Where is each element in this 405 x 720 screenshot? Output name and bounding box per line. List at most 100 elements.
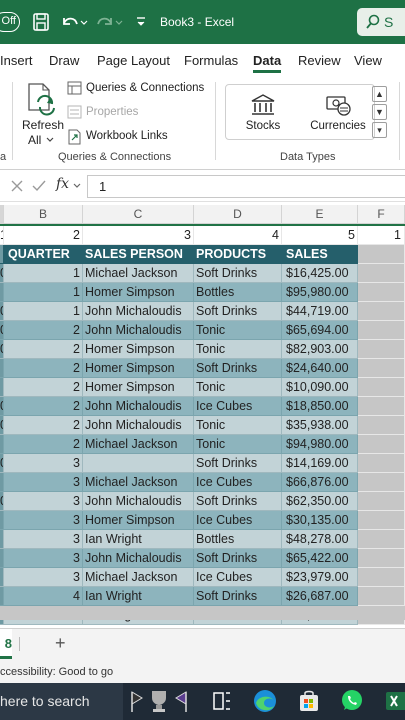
redo-icon[interactable]	[95, 12, 125, 32]
cell-quarter[interactable]: 3	[4, 549, 83, 568]
cell[interactable]	[358, 587, 405, 606]
queries-connections-button[interactable]: Queries & Connections	[67, 81, 207, 97]
cell-person[interactable]: John Michaloudis	[83, 549, 194, 568]
cell-product[interactable]: Ice Cubes	[194, 511, 282, 530]
enter-check-icon[interactable]	[31, 179, 47, 193]
cell-person[interactable]: Ian Wright	[83, 530, 194, 549]
cell-person[interactable]: John Michaloudis	[83, 397, 194, 416]
cell-person[interactable]: Homer Simpson	[83, 283, 194, 302]
cell-quarter[interactable]: 3	[4, 473, 83, 492]
cell-sales[interactable]: $24,640.00	[282, 359, 358, 378]
cell-product[interactable]: Tonic	[194, 416, 282, 435]
gallery-up-button[interactable]: ▲	[372, 86, 387, 102]
stocks-button[interactable]: Stocks	[236, 93, 290, 132]
cell[interactable]	[358, 359, 405, 378]
cell-person[interactable]	[83, 454, 194, 473]
cell[interactable]	[358, 473, 405, 492]
edge-browser-icon[interactable]	[252, 688, 278, 714]
cell-quarter[interactable]: 1	[4, 283, 83, 302]
cell[interactable]	[358, 245, 405, 264]
cell-person[interactable]: Michael Jackson	[83, 264, 194, 283]
whatsapp-icon[interactable]	[339, 688, 365, 714]
tab-review[interactable]: Review	[298, 53, 341, 68]
cell-person[interactable]: John Michaloudis	[83, 321, 194, 340]
header-cell-quarter[interactable]: QUARTER	[4, 245, 83, 264]
cell-sales[interactable]: $62,350.00	[282, 492, 358, 511]
cell-sales[interactable]: $65,694.00	[282, 321, 358, 340]
tab-formulas[interactable]: Formulas	[184, 53, 238, 68]
cell-person[interactable]: John Michaloudis	[83, 416, 194, 435]
cell-product[interactable]: Soft Drinks	[194, 264, 282, 283]
cell-quarter[interactable]: 2	[4, 378, 83, 397]
cell-product[interactable]: Ice Cubes	[194, 568, 282, 587]
cell-quarter[interactable]: 1	[4, 302, 83, 321]
cell-product[interactable]: Ice Cubes	[194, 473, 282, 492]
cell[interactable]: 4	[194, 226, 282, 245]
cell-product[interactable]: Soft Drinks	[194, 492, 282, 511]
cell-quarter[interactable]: 2	[4, 416, 83, 435]
cell-sales[interactable]: $10,090.00	[282, 378, 358, 397]
cell-quarter[interactable]: 2	[4, 435, 83, 454]
cell[interactable]	[358, 378, 405, 397]
cell[interactable]: 1	[358, 226, 405, 245]
cell[interactable]	[358, 568, 405, 587]
column-header-f[interactable]: F	[358, 205, 405, 224]
tab-draw[interactable]: Draw	[49, 53, 79, 68]
cell-quarter[interactable]: 2	[4, 340, 83, 359]
save-icon[interactable]	[32, 12, 50, 32]
cell-product[interactable]: Soft Drinks	[194, 359, 282, 378]
insert-function-button[interactable]: fx	[56, 176, 69, 192]
cell-quarter[interactable]: 3	[4, 568, 83, 587]
cell-sales[interactable]: $35,938.00	[282, 416, 358, 435]
currencies-button[interactable]: Currencies	[308, 93, 368, 132]
header-cell-sales-person[interactable]: SALES PERSON	[83, 245, 194, 264]
excel-taskbar-icon[interactable]	[384, 688, 405, 714]
cell-sales[interactable]: $65,422.00	[282, 549, 358, 568]
cell[interactable]	[358, 511, 405, 530]
add-sheet-button[interactable]: +	[55, 633, 66, 654]
cell[interactable]	[358, 397, 405, 416]
trophy-flags-icon[interactable]	[128, 688, 190, 714]
cell-sales[interactable]: $14,169.00	[282, 454, 358, 473]
task-view-icon[interactable]	[209, 688, 235, 714]
cell-quarter[interactable]: 2	[4, 397, 83, 416]
store-icon[interactable]	[296, 688, 322, 714]
cell-sales[interactable]: $16,425.00	[282, 264, 358, 283]
sheet-tab-active[interactable]: 8	[0, 629, 12, 659]
cell-product[interactable]: Soft Drinks	[194, 587, 282, 606]
refresh-all-button[interactable]: Refresh All	[18, 80, 64, 147]
cell[interactable]	[358, 492, 405, 511]
cell-sales[interactable]: $30,135.00	[282, 511, 358, 530]
cancel-icon[interactable]	[10, 179, 24, 193]
cell-product[interactable]: Ice Cubes	[194, 397, 282, 416]
cell[interactable]	[358, 416, 405, 435]
header-cell-sales[interactable]: SALES	[282, 245, 358, 264]
cell-sales[interactable]: $95,980.00	[282, 283, 358, 302]
cell-sales[interactable]: $18,850.00	[282, 397, 358, 416]
cell[interactable]	[358, 283, 405, 302]
cell-sales[interactable]: $82,903.00	[282, 340, 358, 359]
cell-quarter[interactable]: 2	[4, 359, 83, 378]
cell[interactable]	[358, 264, 405, 283]
column-header-b[interactable]: B	[4, 205, 83, 224]
cell-product[interactable]: Tonic	[194, 321, 282, 340]
cell-person[interactable]: Ian Wright	[83, 587, 194, 606]
cell-person[interactable]: Homer Simpson	[83, 378, 194, 397]
cell[interactable]	[358, 549, 405, 568]
accessibility-status[interactable]: ccessibility: Good to go	[0, 666, 113, 678]
cell-product[interactable]: Soft Drinks	[194, 302, 282, 321]
tab-data[interactable]: Data	[253, 53, 281, 68]
cell[interactable]	[358, 454, 405, 473]
cell[interactable]	[358, 435, 405, 454]
cell-quarter[interactable]: 3	[4, 511, 83, 530]
cell-sales[interactable]: $26,687.00	[282, 587, 358, 606]
cell[interactable]: 3	[83, 226, 194, 245]
column-header-e[interactable]: E	[282, 205, 358, 224]
cell-person[interactable]: Michael Jackson	[83, 568, 194, 587]
cell-product[interactable]: Soft Drinks	[194, 549, 282, 568]
cell-sales[interactable]: $44,719.00	[282, 302, 358, 321]
empty-grid-area[interactable]	[0, 606, 405, 620]
cell-sales[interactable]: $94,980.00	[282, 435, 358, 454]
customize-toolbar-icon[interactable]	[135, 12, 147, 32]
cell-person[interactable]: John Michaloudis	[83, 302, 194, 321]
